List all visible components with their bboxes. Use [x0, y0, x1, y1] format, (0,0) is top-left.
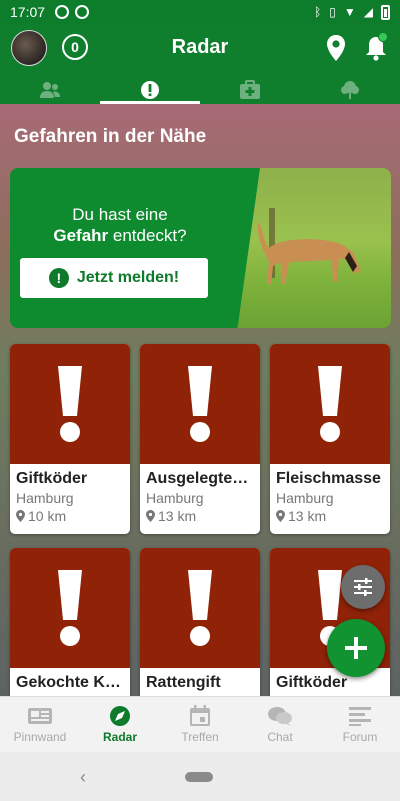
- first-aid-icon: [240, 80, 260, 99]
- add-danger-button[interactable]: [327, 619, 385, 677]
- section-title: Gefahren in der Nähe: [14, 126, 207, 147]
- calendar-icon: [190, 705, 210, 726]
- danger-card[interactable]: Rattengift: [140, 548, 260, 696]
- tab-people[interactable]: [0, 76, 100, 104]
- tab-bar: [0, 76, 400, 104]
- compass-icon: [110, 706, 130, 726]
- forum-icon: [349, 707, 371, 726]
- danger-card[interactable]: Fleischmasse Hamburg 13 km: [270, 344, 390, 534]
- location-pin-icon: [146, 510, 155, 522]
- signal-icon: ◢: [363, 5, 373, 19]
- danger-card[interactable]: Ausgelegtes... Hamburg 13 km: [140, 344, 260, 534]
- messenger-notification-icon-2: [75, 5, 90, 19]
- nav-label: Chat: [267, 730, 293, 744]
- nav-label: Pinnwand: [13, 730, 67, 744]
- messenger-notification-icon: [55, 5, 70, 19]
- banner-text: Du hast eine Gefahr entdeckt?: [32, 204, 208, 246]
- card-title: Rattengift: [146, 674, 221, 691]
- location-pin-icon[interactable]: [326, 34, 346, 62]
- exclamation-icon: [58, 366, 82, 442]
- location-pin-icon: [276, 510, 285, 522]
- plus-icon: [345, 637, 367, 659]
- nav-item-radar[interactable]: Radar: [80, 697, 160, 752]
- report-button-label: Jetzt melden!: [76, 269, 180, 286]
- tab-first-aid[interactable]: [200, 76, 300, 104]
- card-city: Hamburg: [146, 490, 204, 506]
- card-distance-value: 13 km: [158, 508, 197, 524]
- exclamation-icon: [188, 570, 212, 646]
- alert-icon: [141, 81, 159, 99]
- back-icon[interactable]: ‹: [80, 767, 86, 788]
- card-image: [140, 344, 260, 464]
- wifi-icon: ▼: [343, 5, 356, 19]
- report-banner: Du hast eine Gefahr entdeckt? ! Jetzt me…: [10, 168, 391, 328]
- card-title: Giftköder: [276, 674, 348, 691]
- danger-card[interactable]: Gekochte Kn...: [10, 548, 130, 696]
- card-image: [10, 344, 130, 464]
- report-now-button[interactable]: ! Jetzt melden!: [20, 258, 208, 298]
- card-distance-value: 10 km: [28, 508, 67, 524]
- card-title: Fleischmasse: [276, 470, 381, 487]
- tree-icon: [341, 81, 359, 99]
- tab-nature[interactable]: [300, 76, 400, 104]
- card-image: [270, 344, 390, 464]
- battery-icon: [381, 4, 390, 20]
- chat-icon: [268, 707, 292, 726]
- people-icon: [40, 82, 60, 98]
- nav-item-treffen[interactable]: Treffen: [160, 697, 240, 752]
- banner-line-2: Gefahr entdeckt?: [32, 225, 208, 246]
- banner-line-2-rest: entdeckt?: [108, 226, 187, 245]
- status-bar: 17:07 ᛒ ▯ ▼ ◢: [0, 0, 400, 24]
- card-city: Hamburg: [16, 490, 74, 506]
- tab-alerts[interactable]: [100, 76, 200, 104]
- banner-line-1: Du hast eine: [72, 205, 168, 224]
- card-title: Ausgelegtes...: [146, 470, 254, 487]
- nav-item-forum[interactable]: Forum: [320, 697, 400, 752]
- card-distance: 10 km: [16, 508, 124, 524]
- newspaper-icon: [28, 708, 52, 724]
- card-title: Giftköder: [16, 470, 88, 487]
- dog-image: [257, 208, 361, 284]
- bluetooth-icon: ᛒ: [314, 5, 322, 19]
- vibrate-icon: ▯: [329, 5, 336, 19]
- card-city: Hamburg: [276, 490, 334, 506]
- card-image: [10, 548, 130, 668]
- status-icons: ᛒ ▯ ▼ ◢: [314, 4, 390, 20]
- filter-sliders-icon: [354, 578, 372, 596]
- nav-label: Treffen: [181, 730, 219, 744]
- filter-button[interactable]: [341, 565, 385, 609]
- app-bar: 0 Radar: [0, 24, 400, 76]
- nav-item-chat[interactable]: Chat: [240, 697, 320, 752]
- notification-dot: [378, 32, 388, 42]
- card-distance: 13 km: [276, 508, 384, 524]
- content-area[interactable]: Gefahren in der Nähe Du hast eine Gefahr…: [0, 104, 400, 696]
- home-pill-icon[interactable]: [185, 772, 213, 782]
- exclamation-icon: [318, 366, 342, 442]
- status-time: 17:07: [10, 4, 46, 20]
- exclamation-icon: [58, 570, 82, 646]
- banner-bold-word: Gefahr: [53, 226, 109, 245]
- exclamation-icon: [188, 366, 212, 442]
- danger-card[interactable]: Giftköder Hamburg 10 km: [10, 344, 130, 534]
- nav-label: Forum: [342, 730, 378, 744]
- card-distance-value: 13 km: [288, 508, 327, 524]
- bottom-nav: Pinnwand Radar Treffen Chat Forum: [0, 696, 400, 752]
- card-distance: 13 km: [146, 508, 254, 524]
- system-nav-bar: ‹: [0, 752, 400, 801]
- nav-item-pinnwand[interactable]: Pinnwand: [0, 697, 80, 752]
- nav-label: Radar: [102, 730, 137, 744]
- card-title: Gekochte Kn...: [16, 674, 124, 691]
- card-image: [140, 548, 260, 668]
- location-pin-icon: [16, 510, 25, 522]
- exclamation-icon: !: [48, 268, 69, 288]
